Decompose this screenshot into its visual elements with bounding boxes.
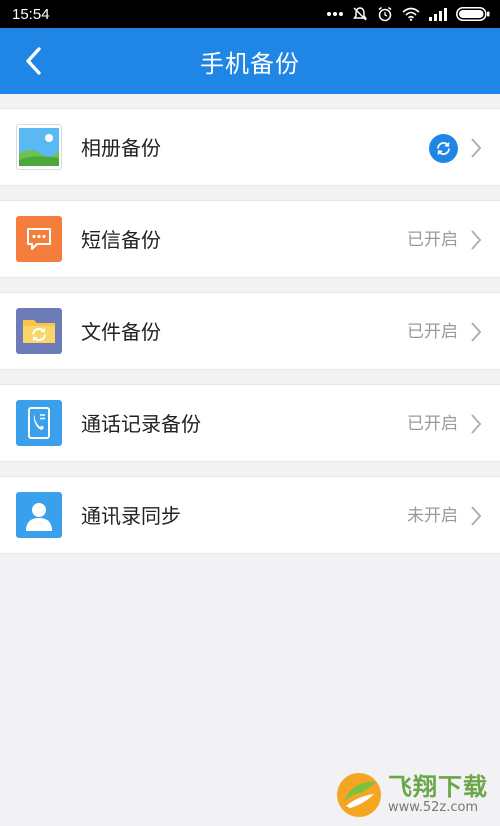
status-bar: 15:54 <box>0 0 500 28</box>
sms-icon <box>16 216 62 262</box>
row-label: 相册备份 <box>81 136 161 160</box>
row-label: 通话记录备份 <box>81 412 201 436</box>
alarm-clock-icon <box>378 6 392 22</box>
chevron-right-icon <box>471 230 482 250</box>
header-bar: 手机备份 <box>0 28 500 94</box>
wifi-icon <box>402 7 420 21</box>
chevron-right-icon <box>471 414 482 434</box>
list-item-photo-backup[interactable]: 相册备份 <box>0 108 500 186</box>
row-label: 短信备份 <box>81 228 161 252</box>
watermark-logo-icon <box>337 773 381 817</box>
row-label: 文件备份 <box>81 320 161 344</box>
status-time: 15:54 <box>12 5 50 23</box>
watermark-url: www.52z.com <box>388 800 479 815</box>
row-label: 通讯录同步 <box>81 504 181 528</box>
chevron-right-icon <box>471 322 482 342</box>
list-item-contacts-sync[interactable]: 通讯录同步 未开启 <box>0 476 500 554</box>
chevron-right-icon <box>471 506 482 526</box>
back-button[interactable] <box>14 42 52 80</box>
list-item-call-log-backup[interactable]: 通话记录备份 已开启 <box>0 384 500 462</box>
more-dots-icon <box>327 12 343 16</box>
signal-icon <box>429 8 447 21</box>
photo-album-icon <box>16 124 62 170</box>
watermark: 飞翔下载 www.52z.com <box>336 772 488 818</box>
list-item-sms-backup[interactable]: 短信备份 已开启 <box>0 200 500 278</box>
watermark-name: 飞翔下载 <box>388 773 488 801</box>
status-text: 已开启 <box>407 322 458 342</box>
sync-status-icon <box>429 134 458 163</box>
status-text: 已开启 <box>407 230 458 250</box>
status-text: 已开启 <box>407 414 458 434</box>
battery-icon <box>456 7 490 21</box>
page-title: 手机备份 <box>200 49 300 78</box>
list-item-file-backup[interactable]: 文件备份 已开启 <box>0 292 500 370</box>
contacts-icon <box>16 492 62 538</box>
back-arrow-icon <box>26 47 41 75</box>
call-log-icon <box>16 400 62 446</box>
alarm-off-icon <box>353 7 367 21</box>
folder-sync-icon <box>16 308 62 354</box>
chevron-right-icon <box>471 138 482 158</box>
status-text: 未开启 <box>407 506 458 526</box>
status-icons <box>327 6 490 22</box>
